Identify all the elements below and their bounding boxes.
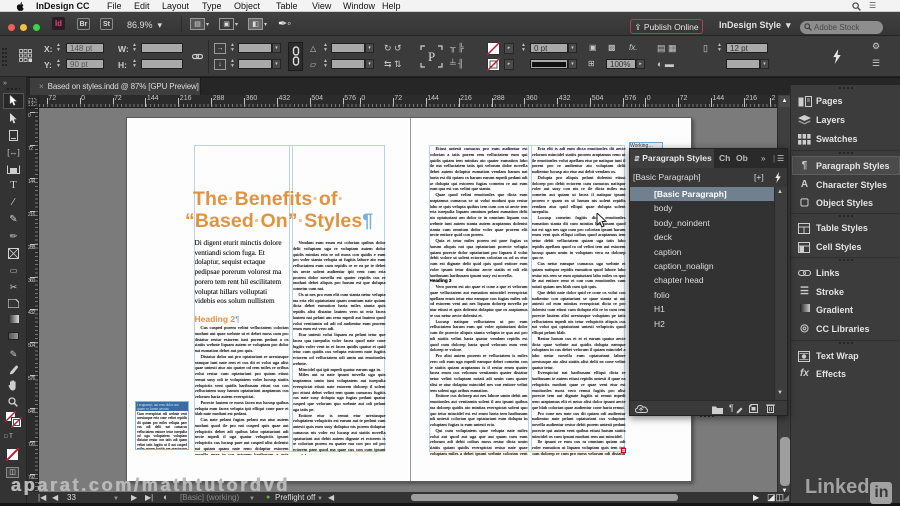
svg-text:P: P <box>428 49 435 64</box>
